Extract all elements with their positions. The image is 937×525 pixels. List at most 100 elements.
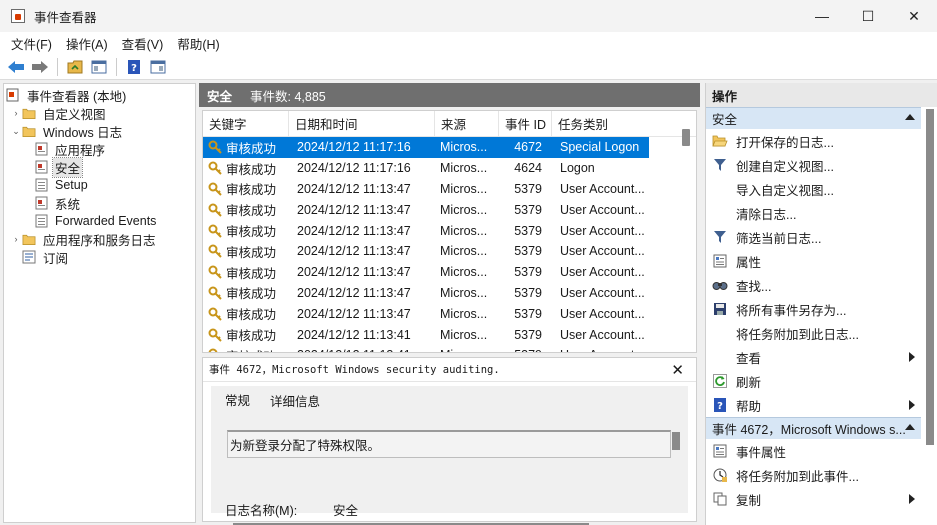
column-header-event-id[interactable]: 事件 ID (499, 111, 552, 136)
log-name-value: 安全 (333, 504, 359, 518)
action-item[interactable]: ? 帮助 (706, 393, 921, 417)
submenu-arrow-icon (909, 400, 915, 410)
save-icon (712, 301, 728, 317)
blank-icon (712, 205, 728, 221)
toolbar: ? (0, 54, 937, 80)
actions-section-security[interactable]: 安全 (706, 107, 921, 129)
tree-item[interactable]: 订阅 (4, 248, 195, 266)
tree-item[interactable]: Forwarded Events (4, 212, 195, 230)
action-pane-icon (150, 60, 166, 73)
show-hide-action-pane-button[interactable] (148, 57, 168, 77)
event-row[interactable]: 审核成功 2024/12/12 11:13:47 Micros... 5379 User… (203, 179, 696, 200)
event-task-category: User Account... (560, 181, 645, 196)
action-item[interactable]: 创建自定义视图... (706, 153, 921, 177)
menu-file[interactable]: 文件(F) (4, 34, 59, 53)
event-row[interactable]: 审核成功 2024/12/12 11:13:47 Micros... 5379 User… (203, 199, 696, 220)
tree-item[interactable]: › 自定义视图 (4, 104, 195, 122)
actions-list-event: 事件属性将任务附加到此事件... 复制 (706, 439, 937, 511)
toolbar-separator (116, 57, 117, 76)
forward-button[interactable] (30, 57, 50, 77)
console-tree-icon (91, 60, 107, 73)
action-item[interactable]: 筛选当前日志... (706, 225, 921, 249)
event-list-scrollbar[interactable] (682, 129, 690, 146)
action-item[interactable]: 刷新 (706, 369, 921, 393)
column-header-task-category[interactable]: 任务类别 (552, 111, 649, 136)
tree-item-label: 订阅 (43, 251, 69, 266)
up-folder-button[interactable] (65, 57, 85, 77)
event-row[interactable]: 审核成功 2024/12/12 11:13:47 Micros... 5379 User… (203, 262, 696, 283)
tree-item[interactable]: 安全 (4, 156, 195, 178)
tree-item[interactable]: 应用程序 (4, 140, 195, 158)
menu-view[interactable]: 查看(V) (115, 34, 171, 53)
action-item[interactable]: 属性 (706, 249, 921, 273)
action-item[interactable]: 查找... (706, 273, 921, 297)
action-item-label: 清除日志... (736, 207, 797, 222)
event-description-text: 为新登录分配了特殊权限。 (230, 439, 381, 453)
event-source: Micros... (440, 202, 488, 217)
action-item-label: 将任务附加到此事件... (736, 469, 859, 484)
tree-item[interactable]: Setup (4, 176, 195, 194)
action-item-label: 属性 (736, 255, 762, 270)
event-task-category: User Account... (552, 348, 649, 352)
event-task-category: User Account... (560, 244, 645, 259)
close-button[interactable]: ✕ (891, 0, 937, 32)
action-item[interactable]: 事件属性 (706, 439, 921, 463)
event-row[interactable]: 审核成功 2024/12/12 11:17:16 Micros... 4672 Spec… (203, 137, 696, 158)
event-row[interactable]: 审核成功 2024/12/12 11:13:47 Micros... 5379 User… (203, 241, 696, 262)
action-item[interactable]: 将任务附加到此事件... (706, 463, 921, 487)
action-item[interactable]: 查看 (706, 345, 921, 369)
action-item-label: 刷新 (736, 375, 762, 390)
event-row[interactable]: 审核成功2024/12/12 11:13:41Micros...5379User… (203, 345, 696, 352)
event-datetime: 2024/12/12 11:13:47 (297, 181, 411, 196)
key-icon (208, 244, 222, 259)
event-list-header: 关键字 日期和时间 来源 事件 ID 任务类别 (203, 111, 696, 137)
description-scrollbar[interactable] (672, 432, 680, 450)
open-folder-icon (712, 133, 728, 149)
action-item[interactable]: 将所有事件另存为... (706, 297, 921, 321)
chevron-right-icon[interactable]: › (10, 234, 22, 244)
back-button[interactable] (6, 57, 26, 77)
tree-item[interactable]: 事件查看器 (本地) (4, 86, 195, 104)
tree-item[interactable]: › 应用程序和服务日志 (4, 230, 195, 248)
actions-section-event[interactable]: 事件 4672，Microsoft Windows s... (706, 417, 921, 439)
event-row[interactable]: 审核成功2024/12/12 11:13:41Micros...5379User… (203, 324, 696, 345)
tree-item[interactable]: ⌄ Windows 日志 (4, 122, 195, 140)
tree-item-label: 应用程序 (55, 143, 106, 158)
chevron-down-icon[interactable]: ⌄ (10, 126, 22, 137)
event-row[interactable]: 审核成功 2024/12/12 11:13:47 Micros... 5379 User… (203, 220, 696, 241)
chevron-right-icon[interactable]: › (10, 108, 22, 118)
column-header-keyword[interactable]: 关键字 (203, 111, 289, 136)
event-task-category: User Account... (560, 306, 645, 321)
event-row[interactable]: 审核成功 2024/12/12 11:17:16 Micros... 4624 Logo… (203, 158, 696, 179)
tree-item[interactable]: 系统 (4, 194, 195, 212)
event-task-category: User Account... (560, 223, 645, 238)
minimize-button[interactable]: — (799, 0, 845, 32)
action-item[interactable]: 打开保存的日志... (706, 129, 921, 153)
event-source: Micros... (440, 265, 488, 280)
key-icon (208, 307, 222, 321)
show-hide-tree-button[interactable] (89, 57, 109, 77)
action-item[interactable]: 清除日志... (706, 201, 921, 225)
event-row[interactable]: 审核成功 2024/12/12 11:13:47 Micros... 5379 User… (203, 283, 696, 304)
tree-item-label: Windows 日志 (43, 125, 123, 140)
tab-general[interactable]: 常规 (215, 388, 261, 412)
log-header: 安全 事件数: 4,885 (199, 83, 700, 107)
event-row[interactable]: 审核成功 2024/12/12 11:13:47 Micros... 5379 User… (203, 303, 696, 324)
help-button[interactable]: ? (124, 57, 144, 77)
svg-text:?: ? (717, 401, 723, 412)
column-header-datetime[interactable]: 日期和时间 (289, 111, 435, 136)
detail-close-button[interactable]: ✕ (671, 361, 684, 379)
action-item[interactable]: 将任务附加到此日志... (706, 321, 921, 345)
maximize-button[interactable]: ☐ (845, 0, 891, 32)
event-source: Micros... (440, 285, 488, 300)
menu-action[interactable]: 操作(A) (59, 34, 115, 53)
action-item[interactable]: 导入自定义视图... (706, 177, 921, 201)
properties-icon (712, 443, 728, 459)
menu-help[interactable]: 帮助(H) (170, 34, 226, 53)
tab-details[interactable]: 详细信息 (260, 388, 330, 412)
blank-icon (712, 325, 728, 341)
action-item[interactable]: 复制 (706, 487, 921, 511)
column-header-source[interactable]: 来源 (435, 111, 499, 136)
action-item-label: 将任务附加到此日志... (736, 327, 859, 342)
actions-scrollbar[interactable] (926, 109, 934, 445)
